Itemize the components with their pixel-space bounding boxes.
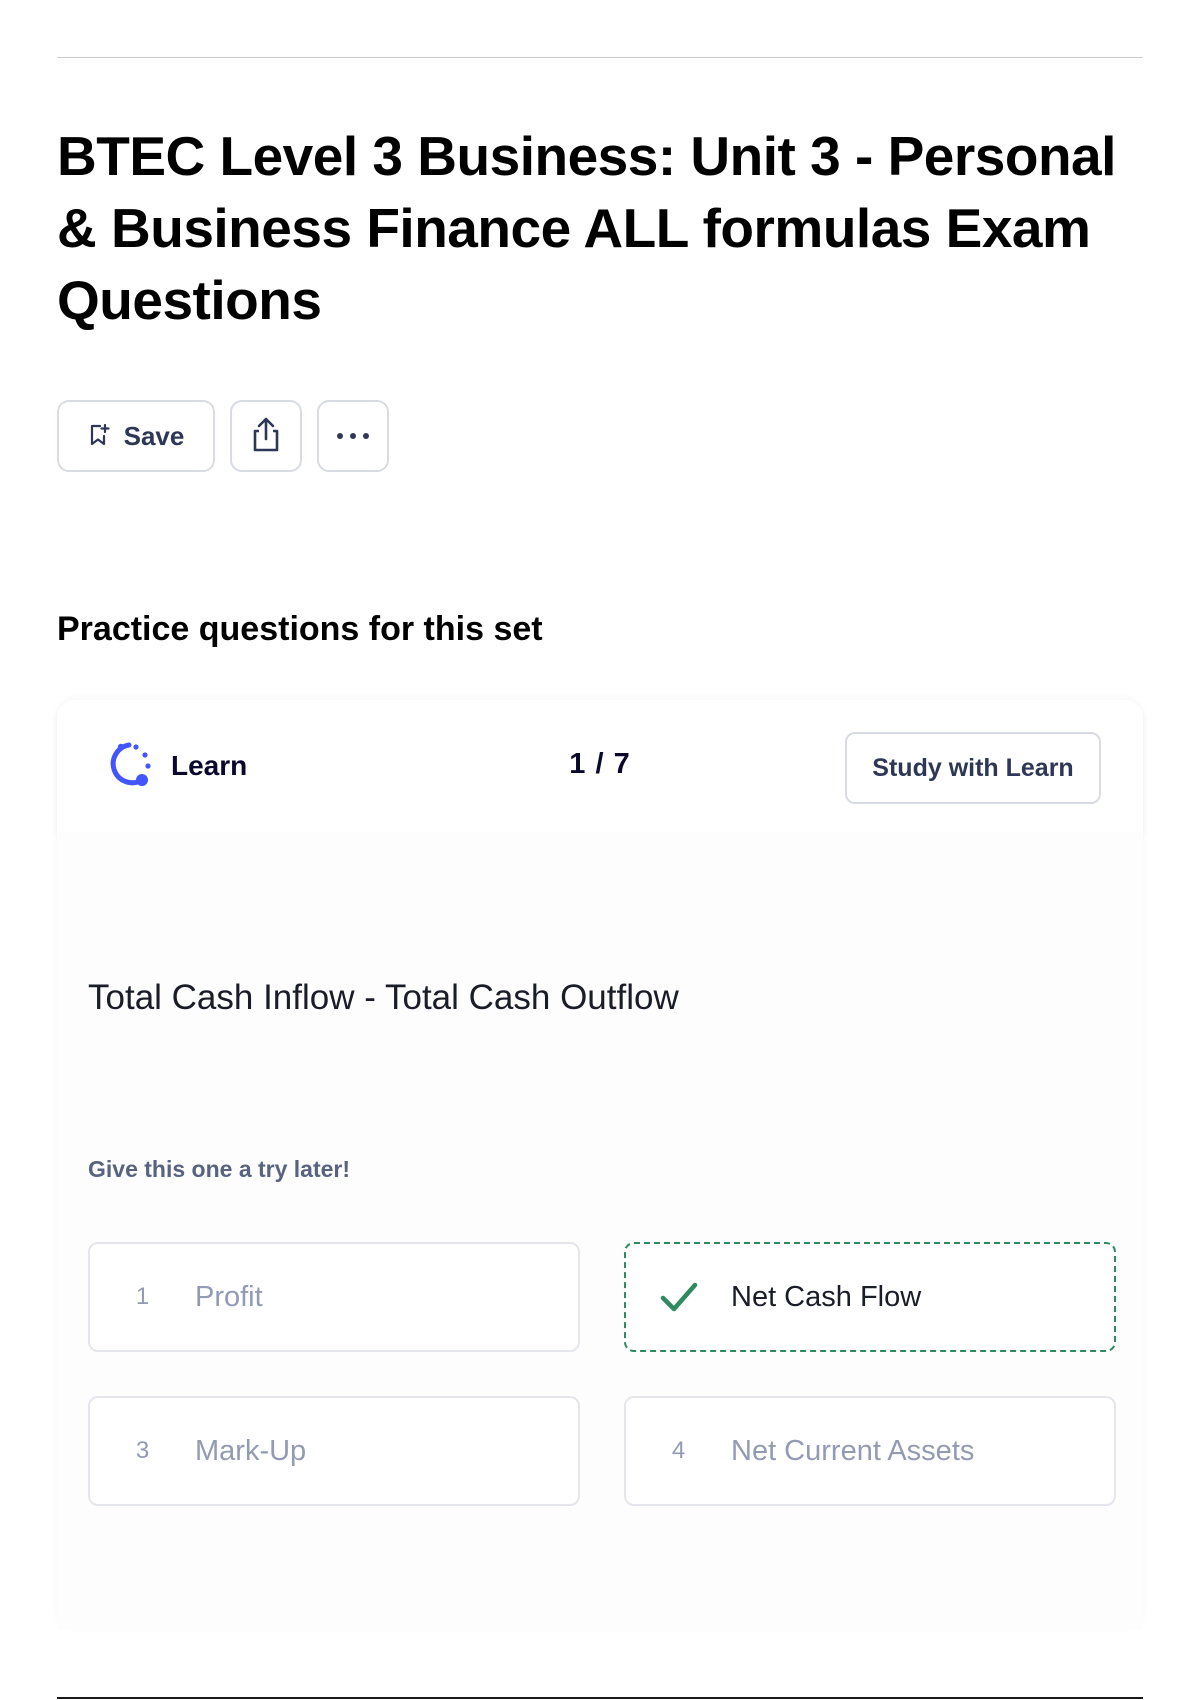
practice-card: Learn 1 / 7 Study with Learn Total Cash … bbox=[57, 700, 1143, 1630]
bottom-divider bbox=[57, 1697, 1143, 1699]
option-number: 1 bbox=[135, 1283, 150, 1310]
option-label: Mark-Up bbox=[195, 1434, 307, 1467]
study-with-learn-button[interactable]: Study with Learn bbox=[845, 732, 1101, 804]
set-actions-toolbar: Save bbox=[57, 400, 389, 472]
answer-option-1[interactable]: 1 Profit bbox=[88, 1242, 580, 1352]
save-label: Save bbox=[123, 420, 185, 451]
share-button[interactable] bbox=[230, 400, 302, 472]
practice-card-body: Total Cash Inflow - Total Cash Outflow G… bbox=[57, 832, 1143, 1630]
option-label: Net Cash Flow bbox=[731, 1280, 922, 1313]
page-title: BTEC Level 3 Business: Unit 3 - Personal… bbox=[57, 125, 1116, 331]
option-label: Profit bbox=[195, 1280, 263, 1313]
practice-card-header: Learn 1 / 7 Study with Learn bbox=[57, 700, 1143, 832]
answer-option-3[interactable]: 3 Mark-Up bbox=[88, 1396, 580, 1506]
bookmark-plus-icon bbox=[88, 423, 110, 450]
option-label: Net Current Assets bbox=[731, 1434, 975, 1467]
more-dots-icon bbox=[335, 429, 371, 444]
share-icon bbox=[248, 415, 284, 458]
check-icon bbox=[626, 1281, 731, 1313]
feedback-message: Give this one a try later! bbox=[88, 1156, 351, 1182]
more-options-button[interactable] bbox=[317, 400, 389, 472]
answer-option-2-correct[interactable]: Net Cash Flow bbox=[624, 1242, 1116, 1352]
practice-heading: Practice questions for this set bbox=[57, 610, 543, 648]
answer-option-4[interactable]: 4 Net Current Assets bbox=[624, 1396, 1116, 1506]
save-button[interactable]: Save bbox=[57, 400, 215, 472]
option-number: 4 bbox=[671, 1437, 686, 1464]
question-prompt: Total Cash Inflow - Total Cash Outflow bbox=[88, 978, 679, 1017]
option-number: 3 bbox=[135, 1437, 150, 1464]
top-divider bbox=[57, 57, 1143, 58]
